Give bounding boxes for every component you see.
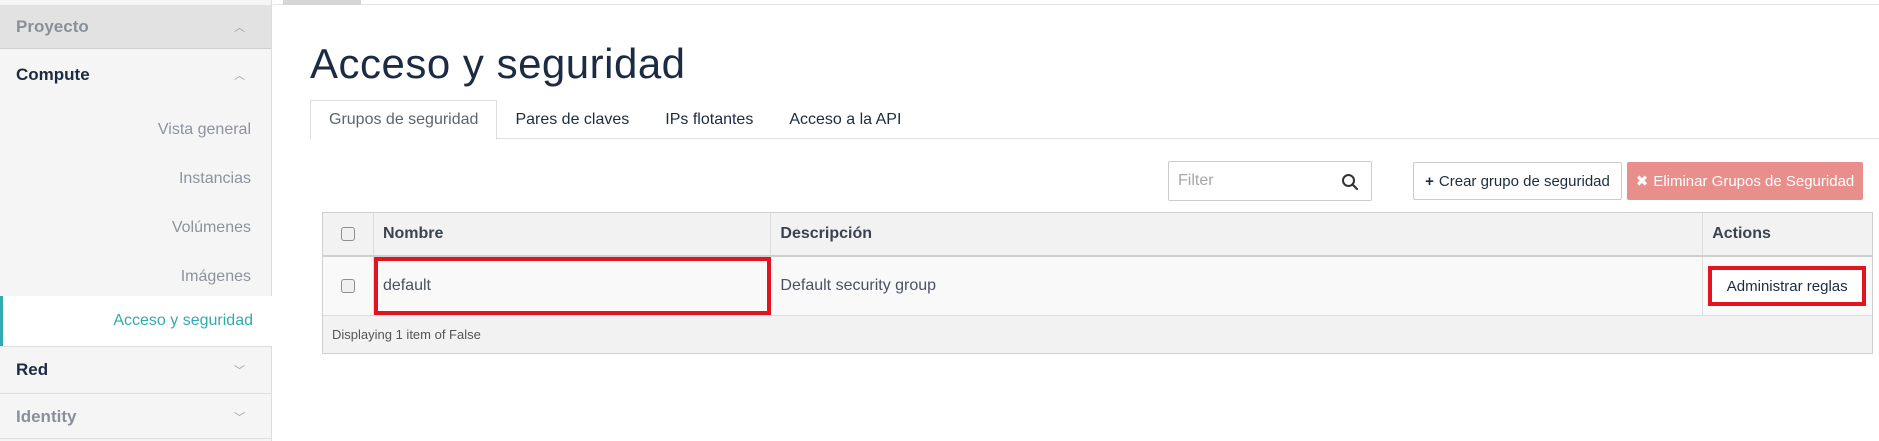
sidebar-item-vista-general[interactable]: Vista general — [0, 106, 271, 154]
chevron-down-icon: ﹀ — [234, 365, 245, 377]
sidebar-section-identity[interactable]: Identity ﹀ — [0, 395, 271, 439]
delete-security-groups-button[interactable]: ✖ Eliminar Grupos de Seguridad — [1627, 162, 1863, 200]
sidebar-section-label: Red — [16, 360, 49, 379]
row-checkbox[interactable] — [340, 279, 355, 293]
chevron-up-icon: ︿ — [234, 70, 245, 82]
sidebar-section-label: Identity — [16, 406, 77, 426]
chevron-up-icon: ︿ — [234, 21, 245, 34]
column-header-nombre[interactable]: Nombre — [374, 213, 772, 255]
search-icon[interactable] — [1341, 173, 1359, 191]
sidebar-section-label: Proyecto — [16, 16, 89, 36]
chevron-down-icon: ﹀ — [234, 411, 245, 424]
filter-input[interactable] — [1169, 163, 1329, 199]
plus-icon: + — [1425, 172, 1434, 190]
sidebar-item-label: Volúmenes — [171, 219, 251, 236]
tab-acceso-api[interactable]: Acceso a la API — [771, 100, 919, 139]
sidebar-item-instancias[interactable]: Instancias — [0, 155, 271, 203]
tab-ips-flotantes[interactable]: IPs flotantes — [647, 100, 771, 139]
security-group-description: Default security group — [771, 257, 1704, 315]
create-security-group-button[interactable]: + Crear grupo de seguridad — [1413, 162, 1622, 200]
table-header-row: Nombre Descripción Actions — [323, 213, 1872, 257]
manage-rules-button[interactable]: Administrar reglas — [1708, 266, 1867, 306]
sidebar-item-label: Vista general — [157, 121, 251, 138]
tab-grupos-seguridad[interactable]: Grupos de seguridad — [310, 100, 498, 140]
row-select-cell — [323, 257, 374, 315]
table-footer: Displaying 1 item of False — [323, 315, 1872, 353]
table-row: default Default security group Administr… — [323, 257, 1872, 315]
filter-box — [1168, 161, 1372, 201]
security-groups-table: Nombre Descripción Actions default Defau… — [322, 212, 1873, 354]
sidebar-section-proyecto[interactable]: Proyecto ︿ — [0, 5, 271, 49]
create-security-group-label: Crear grupo de seguridad — [1438, 172, 1610, 190]
page-title: Acceso y seguridad — [310, 40, 686, 87]
sidebar-item-label: Imágenes — [180, 268, 251, 285]
column-header-actions: Actions — [1712, 225, 1771, 242]
sidebar: Proyecto ︿ Compute ︿ Vista general Insta… — [0, 0, 273, 441]
top-tab-remnant — [283, 0, 361, 5]
sidebar-section-label: Compute — [16, 65, 90, 84]
tab-pares-claves[interactable]: Pares de claves — [497, 100, 647, 139]
times-icon: ✖ — [1635, 173, 1649, 190]
sidebar-item-label: Instancias — [178, 170, 251, 187]
delete-security-groups-label: Eliminar Grupos de Seguridad — [1653, 172, 1855, 190]
security-group-name[interactable]: default — [373, 257, 772, 315]
tab-bar: Grupos de seguridad Pares de claves IPs … — [310, 100, 1879, 140]
column-header-descripcion[interactable]: Descripción — [771, 213, 1704, 255]
sidebar-section-red[interactable]: Red ﹀ — [0, 346, 271, 394]
select-all-cell — [323, 213, 374, 255]
sidebar-item-volumenes[interactable]: Volúmenes — [0, 204, 271, 252]
select-all-checkbox[interactable] — [340, 227, 355, 241]
actions-cell: Administrar reglas — [1703, 257, 1872, 315]
sidebar-item-acceso-seguridad[interactable]: Acceso y seguridad — [0, 296, 273, 346]
sidebar-section-compute[interactable]: Compute ︿ — [0, 50, 271, 100]
top-strip — [273, 0, 1879, 5]
sidebar-item-imagenes[interactable]: Imágenes — [0, 253, 271, 301]
sidebar-item-label: Acceso y seguridad — [113, 312, 253, 329]
